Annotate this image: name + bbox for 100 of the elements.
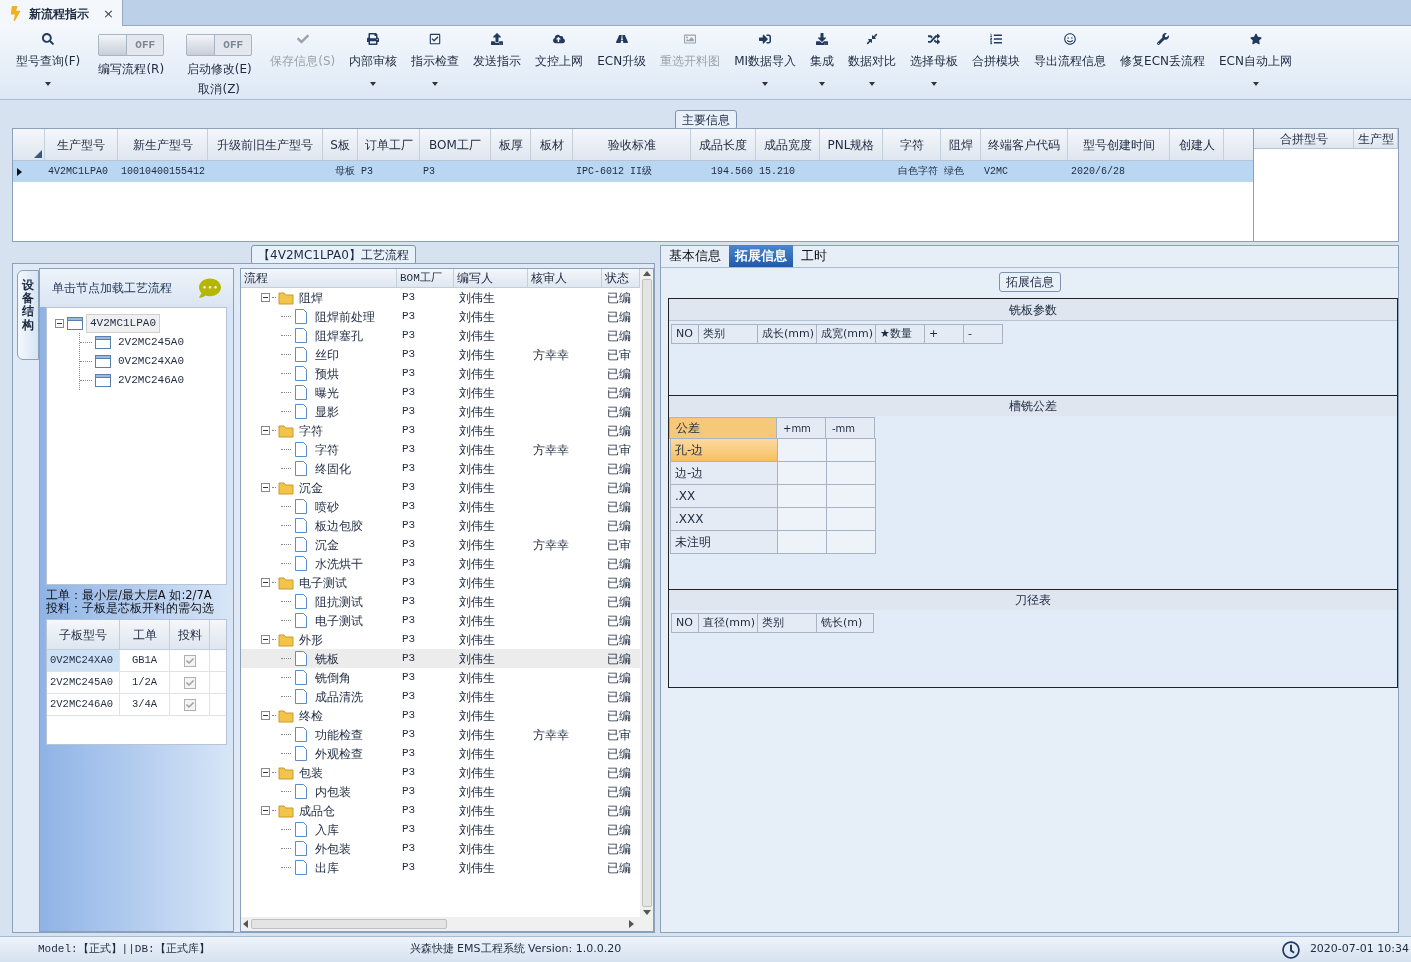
column-header[interactable]: 类别 <box>757 613 817 633</box>
flow-step-label[interactable]: 阻焊塞孔 <box>315 326 363 345</box>
column-header[interactable]: 阻焊 <box>941 129 981 160</box>
row-header[interactable]: 边-边 <box>670 461 778 485</box>
flow-step-label[interactable]: 曝光 <box>315 383 339 402</box>
column-header[interactable]: 验收标准 <box>573 129 691 160</box>
flow-group-label[interactable]: 阻焊 <box>299 288 323 307</box>
column-header[interactable]: 创建人 <box>1170 129 1224 160</box>
table-row[interactable]: 4V2MC1LPA0 10010400155412 母板 P3 P3 IPC-6012 II级 194.560 15.210 白色字符 绿色 V2MC 2020/6/28 <box>13 161 1253 182</box>
column-header[interactable]: 直径(mm) <box>698 613 758 633</box>
column-header[interactable]: 子板型号 <box>47 620 120 649</box>
table-cell[interactable]: 2V2MC245A0 <box>47 672 120 693</box>
flow-step-label[interactable]: 成品清洗 <box>315 687 363 706</box>
toolbar-button[interactable]: 合拼模块 <box>968 26 1025 70</box>
flow-group-label[interactable]: 电子测试 <box>299 573 347 592</box>
close-button[interactable]: × <box>103 3 114 24</box>
collapse-icon[interactable] <box>261 578 270 587</box>
column-header[interactable]: 成品长度 <box>691 129 756 160</box>
tree-node[interactable]: 4V2MC1LPA0 <box>86 314 160 333</box>
column-header[interactable]: 类别 <box>698 324 758 344</box>
flow-step-label[interactable]: 功能检查 <box>315 725 363 744</box>
column-header[interactable]: 字符 <box>883 129 941 160</box>
collapse-icon[interactable] <box>55 319 64 328</box>
toolbar-button[interactable]: 发送指示 <box>469 26 526 70</box>
horizontal-scrollbar[interactable] <box>241 917 653 931</box>
column-header[interactable]: 终端客户代码 <box>981 129 1068 160</box>
column-header[interactable]: 成长(mm) <box>757 324 817 344</box>
row-header[interactable]: .XXX <box>670 507 778 531</box>
flow-step-label[interactable]: 出库 <box>315 858 339 877</box>
table-cell[interactable] <box>826 507 876 531</box>
column-header[interactable]: 型号创建时间 <box>1068 129 1170 160</box>
toolbar-button[interactable]: 集成 <box>806 26 839 86</box>
flow-step-label[interactable]: 水洗烘干 <box>315 554 363 573</box>
toolbar-button[interactable]: 内部审核 <box>345 26 402 86</box>
column-header[interactable]: 铣长(m) <box>816 613 874 633</box>
flow-step-label[interactable]: 铣倒角 <box>315 668 351 687</box>
collapse-icon[interactable] <box>261 293 270 302</box>
toolbar-button[interactable]: 型号查询(F) <box>12 26 85 86</box>
table-cell[interactable] <box>826 438 876 462</box>
tree-node[interactable]: 2V2MC246A0 <box>114 371 188 390</box>
row-header[interactable]: 未注明 <box>670 530 778 554</box>
flow-step-label[interactable]: 阻焊前处理 <box>315 307 375 326</box>
flow-step-label[interactable]: 沉金 <box>315 535 339 554</box>
collapse-icon[interactable] <box>261 711 270 720</box>
flow-group-label[interactable]: 字符 <box>299 421 323 440</box>
column-header[interactable]: - <box>963 324 1003 344</box>
collapse-icon[interactable] <box>261 635 270 644</box>
table-cell[interactable] <box>826 484 876 508</box>
toolbar-button[interactable]: 选择母板 <box>906 26 963 86</box>
flow-step-label[interactable]: 丝印 <box>315 345 339 364</box>
flow-step-label[interactable]: 预烘 <box>315 364 339 383</box>
table-cell[interactable] <box>777 438 827 462</box>
tab[interactable]: 拓展信息 <box>729 245 793 267</box>
flow-step-label[interactable]: 电子测试 <box>315 611 363 630</box>
toolbar-button[interactable]: 文控上网 <box>531 26 588 70</box>
flow-group-label[interactable]: 沉金 <box>299 478 323 497</box>
flow-step-label[interactable]: 铣板 <box>315 649 339 668</box>
row-header[interactable]: 孔-边 <box>670 438 778 462</box>
tab[interactable]: 基本信息 <box>663 245 727 267</box>
tree-node[interactable]: 0V2MC24XA0 <box>114 352 188 371</box>
column-header[interactable]: 生产型 <box>1354 129 1398 148</box>
toolbar-button[interactable]: ECN升级 <box>593 26 651 70</box>
column-header[interactable]: 成品宽度 <box>756 129 820 160</box>
flow-step-label[interactable]: 入库 <box>315 820 339 839</box>
table-cell[interactable] <box>777 461 827 485</box>
column-header[interactable]: 生产型号 <box>45 129 118 160</box>
column-header[interactable]: 板厚 <box>491 129 531 160</box>
table-cell[interactable] <box>777 507 827 531</box>
table-cell[interactable] <box>777 484 827 508</box>
toolbar-button[interactable]: MI数据导入 <box>730 26 801 86</box>
flow-step-label[interactable]: 外观检查 <box>315 744 363 763</box>
toolbar-button[interactable]: 指示检查 <box>407 26 464 86</box>
row-header[interactable]: .XX <box>670 484 778 508</box>
collapse-icon[interactable] <box>261 483 270 492</box>
checkbox[interactable] <box>183 698 196 711</box>
flow-step-label[interactable]: 喷砂 <box>315 497 339 516</box>
column-header[interactable]: BOM工厂 <box>397 269 454 287</box>
column-header[interactable]: 工单 <box>120 620 170 649</box>
flow-step-label[interactable]: 阻抗测试 <box>315 592 363 611</box>
column-header[interactable]: 订单工厂 <box>358 129 420 160</box>
column-header[interactable]: + <box>924 324 964 344</box>
flow-step-label[interactable]: 外包装 <box>315 839 351 858</box>
column-header[interactable]: 编写人 <box>454 269 528 287</box>
flow-step-label[interactable]: 终固化 <box>315 459 351 478</box>
tree-node[interactable]: 2V2MC245A0 <box>114 333 188 352</box>
flow-step-label[interactable]: 显影 <box>315 402 339 421</box>
document-tab[interactable]: 新流程指示 × <box>0 0 123 27</box>
vertical-scrollbar[interactable] <box>640 269 653 917</box>
column-header[interactable]: 流程 <box>241 269 397 287</box>
toolbar-button[interactable]: 修复ECN丢流程 <box>1116 26 1210 70</box>
toolbar-button[interactable]: 数据对比 <box>844 26 901 86</box>
column-header[interactable]: PNL规格 <box>820 129 883 160</box>
toolbar-button[interactable]: ECN自动上网 <box>1215 26 1296 86</box>
column-header[interactable]: BOM工厂 <box>420 129 491 160</box>
table-cell[interactable] <box>826 461 876 485</box>
tab[interactable]: 工时 <box>795 245 833 267</box>
table-cell[interactable]: 0V2MC24XA0 <box>47 650 120 671</box>
table-cell[interactable] <box>826 530 876 554</box>
column-header[interactable]: NO <box>671 613 699 633</box>
collapse-icon[interactable] <box>261 806 270 815</box>
